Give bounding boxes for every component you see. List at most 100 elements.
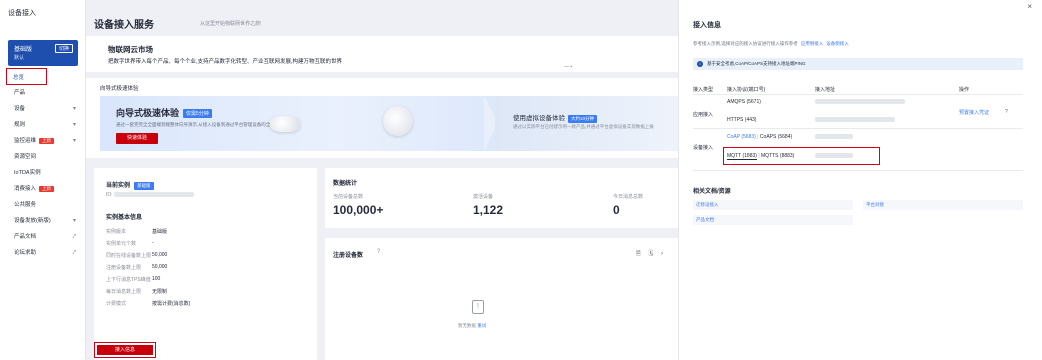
sidebar-item-label: 设备发放(新版) [14, 218, 51, 224]
protocol-https: HTTPS (443) [727, 117, 757, 123]
info-label: 实例版本 [106, 229, 127, 235]
duration-tag: 大约10分钟 [568, 115, 598, 123]
info-row: 实例版本 基础版 [106, 228, 306, 235]
info-value: 按需计费(消息数) [152, 301, 191, 307]
preset-credential-link[interactable]: 预置接入凭证 [959, 109, 989, 116]
sidebar-item-label: 产品 [14, 90, 26, 96]
info-value: 基础版 [152, 229, 168, 235]
sidebar-item-overview[interactable]: 总览 [6, 68, 47, 85]
virtual-device-card[interactable]: 使用虚拟设备体验 大约10分钟 通过以实际平台已创建示例一款产品,并通过平台虚拟设… [495, 96, 678, 151]
info-row: 注册设备数上限 50,000 [106, 264, 306, 271]
marketplace-banner[interactable]: 物联网云市场 把数字世界带入每个产品、每个个业,支持产品数字化转型、产业互联网发… [86, 36, 678, 72]
address-redacted [815, 117, 895, 122]
help-icon[interactable]: ? [1005, 109, 1008, 115]
instance-switcher[interactable]: 基础版 默认 切换 [8, 40, 78, 66]
access-info-button[interactable]: 接入信息 [97, 345, 153, 355]
protocol-amqps: AMQPS (5671) [727, 99, 761, 105]
divider [693, 170, 1023, 171]
sidebar-item-iotda-instance[interactable]: IoTDA实例 [14, 168, 82, 178]
quick-experience-title: 向导式极速体验 仅需5分钟 [116, 106, 212, 119]
sidebar-item-monitoring[interactable]: 监控运维 上新 ▾ [14, 136, 82, 146]
sidebar-item-label: IoTDA实例 [14, 170, 41, 176]
quick-experience-button[interactable]: 快速体验 [116, 133, 158, 144]
info-value: 50,000 [152, 264, 168, 270]
close-icon[interactable]: × [1027, 2, 1032, 11]
banner-desc: 把数字世界带入每个产品、每个个业,支持产品数字化转型、产业互联网发展,构建万物互… [108, 59, 343, 65]
chevron-down-icon: ▾ [72, 138, 76, 144]
drawer-title: 接入信息 [693, 22, 721, 29]
sidebar-item-label: 总览 [13, 75, 25, 81]
table-header: 接入地址 [815, 87, 836, 93]
table-header: 操作 [959, 87, 970, 93]
divider [693, 94, 1023, 95]
stats-title: 数据统计 [333, 181, 358, 187]
info-label: 上下行消息TPS峰值 [106, 277, 151, 283]
sidebar-item-rules[interactable]: 规则 ▾ [14, 120, 82, 130]
access-type-app: 应用接入 [693, 112, 714, 118]
empty-state-icon: ! [472, 300, 484, 314]
sidebar: 设备接入 基础版 默认 切换 总览 产品 设备 ▾ 规则 ▾ 监控运维 上新 ▾ 资源空… [0, 0, 86, 360]
stat-value: 0 [613, 203, 620, 217]
virtual-device-title-text: 使用虚拟设备体验 [513, 115, 565, 122]
guide-section-title: 向导式极速体验 [100, 86, 139, 92]
stat-label: 激活设备 [473, 194, 494, 200]
protocol-coaps-text: CoAPS (5684) [759, 134, 793, 140]
sidebar-item-forum[interactable]: 论坛求助 ⤤ [14, 248, 82, 258]
doc-link[interactable]: 平台对接 [863, 200, 1023, 210]
quick-experience-card[interactable]: 向导式极速体验 仅需5分钟 通过一套完完全全面端到端整体向导演示,从接入设备到通过… [100, 96, 495, 151]
sidebar-item-label: 公共服务 [14, 202, 37, 208]
carousel-dots[interactable]: — ▪ [564, 64, 572, 70]
virtual-device-desc: 通过以实际平台已创建示例一款产品,并通过平台虚拟设备实现数据上报 [513, 124, 654, 129]
info-label: 注册设备数上限 [106, 265, 142, 271]
info-label: 计费模式 [106, 301, 127, 307]
instance-info-title: 实例基本信息 [106, 215, 143, 221]
instance-card: 当前实例 基础版 ID: 实例基本信息 实例版本 基础版 实例单元个数 - 同时在线设… [94, 168, 317, 360]
app-access-link[interactable]: 应用侧接入 [801, 41, 824, 46]
instance-card-title-text: 当前实例 [106, 183, 131, 189]
instance-card-title: 当前实例 基础版 [106, 180, 154, 190]
stat-value: 1,122 [473, 203, 504, 217]
virtual-device-title: 使用虚拟设备体验 大约10分钟 [513, 112, 598, 123]
info-value: 100 [152, 276, 161, 282]
sidebar-item-docs[interactable]: 产品文档 ⤤ [14, 232, 82, 242]
info-value: 50,000 [152, 252, 168, 258]
sidebar-item-label: 规则 [14, 122, 26, 128]
card-toolbar-icons[interactable]: 🗎 🗓 › [636, 249, 666, 259]
chevron-down-icon: ▾ [72, 122, 76, 128]
address-redacted [815, 134, 853, 139]
doc-link[interactable]: 产品文档 [693, 215, 853, 225]
device-image [270, 116, 300, 132]
device-access-link[interactable]: 设备侧接入 [826, 41, 849, 46]
retry-link[interactable]: 重试 [477, 323, 486, 328]
separator: | [757, 134, 759, 140]
quick-experience-desc: 通过一套完完全全面端到端整体向导演示,从接入设备到通过平台管理设备的全景流程 [116, 122, 284, 127]
quick-experience-title-text: 向导式极速体验 [116, 108, 180, 118]
info-label: 同时在线设备数上限 [106, 253, 152, 259]
sidebar-item-product[interactable]: 产品 [14, 88, 82, 98]
table-header: 接入类型 [693, 87, 714, 93]
access-info-button-highlight: 接入信息 [94, 342, 156, 358]
sidebar-title: 设备接入 [8, 10, 36, 17]
stat-label: 当前设备总数 [333, 194, 364, 200]
stat-value: 100,000+ [333, 203, 384, 217]
info-row: 每日消息数上限 无限制 [106, 288, 306, 295]
sidebar-item-label: 论坛求助 [14, 250, 37, 256]
help-icon[interactable]: ? [377, 249, 380, 255]
sidebar-item-public-service[interactable]: 公共服务 [14, 200, 82, 210]
info-alert: i 基于安全考虑,CoAP/CoAPS支持接入地址端PING [693, 58, 1023, 70]
mqtt-highlight-box [723, 147, 880, 165]
info-row: 同时在线设备数上限 50,000 [106, 252, 306, 259]
sidebar-item-resource-space[interactable]: 资源空间 [14, 152, 82, 162]
instance-id-label: ID: [106, 192, 113, 198]
sidebar-item-device[interactable]: 设备 ▾ [14, 104, 82, 114]
duration-tag: 仅需5分钟 [183, 109, 212, 119]
instance-switch-badge[interactable]: 切换 [54, 44, 73, 53]
sidebar-item-provisioning[interactable]: 设备发放(新版) ▾ [14, 216, 82, 226]
doc-link[interactable]: 迁移设接入 [693, 200, 853, 210]
info-label: 每日消息数上限 [106, 289, 142, 295]
page-title: 设备接入服务 [94, 20, 154, 31]
protocol-coap-text: CoAP (5683) [727, 134, 756, 140]
sidebar-item-consumer[interactable]: 消费接入 上新 [14, 184, 82, 194]
registered-devices-card: 注册设备数 ? 🗎 🗓 › ! 暂无数据 重试 [325, 238, 678, 360]
sidebar-item-label: 设备 [14, 106, 26, 112]
